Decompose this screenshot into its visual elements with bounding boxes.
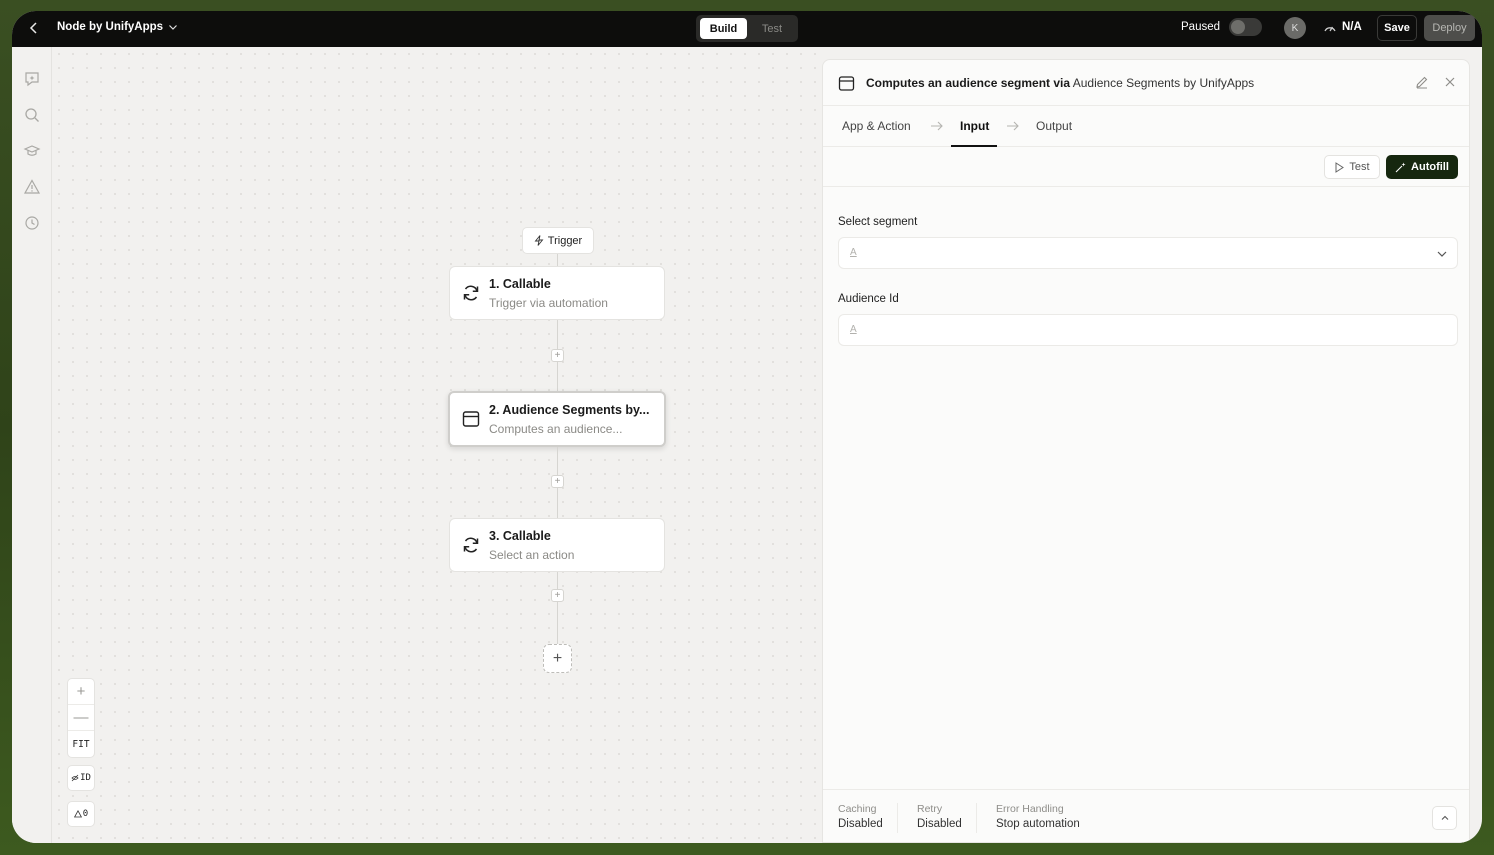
magic-wand-icon [1395,162,1406,172]
arrow-right-icon [930,120,944,132]
workflow-node-3[interactable]: 3. Callable Select an action [449,518,665,572]
tab-input[interactable]: Input [960,119,989,133]
add-step-button[interactable]: + [551,475,564,488]
add-final-step-button[interactable]: + [543,644,572,673]
arrow-right-icon [1006,120,1020,132]
connector [557,254,558,266]
audience-id-label: Audience Id [838,293,899,305]
usage-indicator[interactable]: N/A [1323,21,1362,33]
zoom-in-button[interactable]: + [68,679,94,705]
text-type-icon: A [850,247,857,258]
workflow-node-1[interactable]: 1. Callable Trigger via automation [449,266,665,320]
panel-title: Computes an audience segment via Audienc… [866,76,1254,90]
chevron-down-icon [1436,248,1448,260]
test-step-button[interactable]: Test [1324,155,1380,179]
panel-header: Computes an audience segment via Audienc… [823,60,1469,106]
node-title: 3. Callable [489,529,551,543]
zoom-out-button[interactable]: — [68,705,94,731]
refresh-icon [461,283,481,303]
panel-footer: Caching Disabled Retry Disabled Error Ha… [823,789,1469,843]
play-icon [1335,161,1345,173]
deploy-button[interactable]: Deploy [1424,15,1475,41]
workflow-node-2[interactable]: 2. Audience Segments by... Computes an a… [448,391,666,447]
toggle-ids-button[interactable]: ID [67,765,95,791]
save-button[interactable]: Save [1377,15,1417,41]
add-step-button[interactable]: + [551,349,564,362]
back-button[interactable] [26,20,42,36]
eye-off-icon [71,774,79,782]
chevron-left-icon [29,22,37,34]
panel-tabs: App & Action Input Output [823,106,1469,147]
warning-icon [73,810,82,818]
toggle-knob [1231,20,1245,34]
trigger-chip[interactable]: Trigger [522,227,594,254]
refresh-icon [461,535,481,555]
usage-value: N/A [1342,21,1362,33]
error-handling-setting[interactable]: Error Handling Stop automation [996,803,1094,833]
close-icon[interactable] [1444,76,1456,88]
retry-setting[interactable]: Retry Disabled [917,803,977,833]
select-segment-label: Select segment [838,216,918,228]
text-type-icon: A [850,324,857,335]
pause-toggle[interactable] [1229,18,1262,36]
test-tab[interactable]: Test [750,18,794,39]
status-label: Paused [1181,21,1221,33]
gauge-icon [1324,26,1336,32]
edit-icon[interactable] [1415,75,1429,89]
node-config-panel: Computes an audience segment via Audienc… [822,59,1470,843]
autofill-button[interactable]: Autofill [1386,155,1458,179]
warnings-button[interactable]: 0 [67,801,95,827]
learn-icon[interactable] [23,142,41,160]
id-label: ID [80,773,91,783]
node-title: 1. Callable [489,277,551,291]
workflow-canvas[interactable]: Trigger 1. Callable Trigger via automati… [52,47,822,843]
app-window-icon [838,75,855,92]
caching-label: Caching [838,803,877,815]
expand-footer-button[interactable] [1432,806,1457,830]
panel-title-action: Computes an audience segment via [866,76,1071,90]
lightning-icon [534,235,544,246]
top-bar: Node by UnifyApps Build Test Paused K N/… [12,11,1482,47]
error-handling-value: Stop automation [996,818,1080,830]
autofill-label: Autofill [1411,161,1449,173]
app-title: Node by UnifyApps [57,21,164,33]
caching-setting[interactable]: Caching Disabled [838,803,898,833]
audience-id-field[interactable]: A [838,314,1458,346]
add-step-button[interactable]: + [551,589,564,602]
warnings-count: 0 [82,809,89,819]
trigger-label: Trigger [547,234,583,247]
caching-value: Disabled [838,818,883,830]
fit-button[interactable]: FIT [68,731,94,757]
search-icon[interactable] [23,106,41,124]
retry-label: Retry [917,803,943,815]
app-window-icon [461,409,481,429]
node-subtitle: Trigger via automation [489,296,608,310]
app-title-dropdown[interactable]: Node by UnifyApps [57,21,179,33]
alert-icon[interactable] [23,178,41,196]
assistant-icon[interactable] [23,70,41,88]
tab-app-action[interactable]: App & Action [842,119,911,133]
node-subtitle: Select an action [489,548,575,562]
connector [557,572,558,644]
left-rail [12,47,52,843]
chevron-down-icon [169,25,177,30]
select-segment-dropdown[interactable]: A [838,237,1458,269]
chevron-up-icon [1441,815,1448,820]
test-step-label: Test [1349,161,1370,173]
panel-title-app[interactable]: Audience Segments by UnifyApps [1073,76,1254,90]
retry-value: Disabled [917,818,962,830]
zoom-controls: + — FIT [67,678,95,758]
app-window: Node by UnifyApps Build Test Paused K N/… [12,11,1482,843]
build-tab[interactable]: Build [700,18,747,39]
avatar[interactable]: K [1284,17,1306,39]
mode-switch: Build Test [696,15,798,42]
panel-actions: Test Autofill [823,147,1469,187]
tab-output[interactable]: Output [1036,119,1072,133]
node-subtitle: Computes an audience... [489,422,623,436]
node-title: 2. Audience Segments by... [489,403,650,417]
error-handling-label: Error Handling [996,803,1064,815]
history-icon[interactable] [23,214,41,232]
